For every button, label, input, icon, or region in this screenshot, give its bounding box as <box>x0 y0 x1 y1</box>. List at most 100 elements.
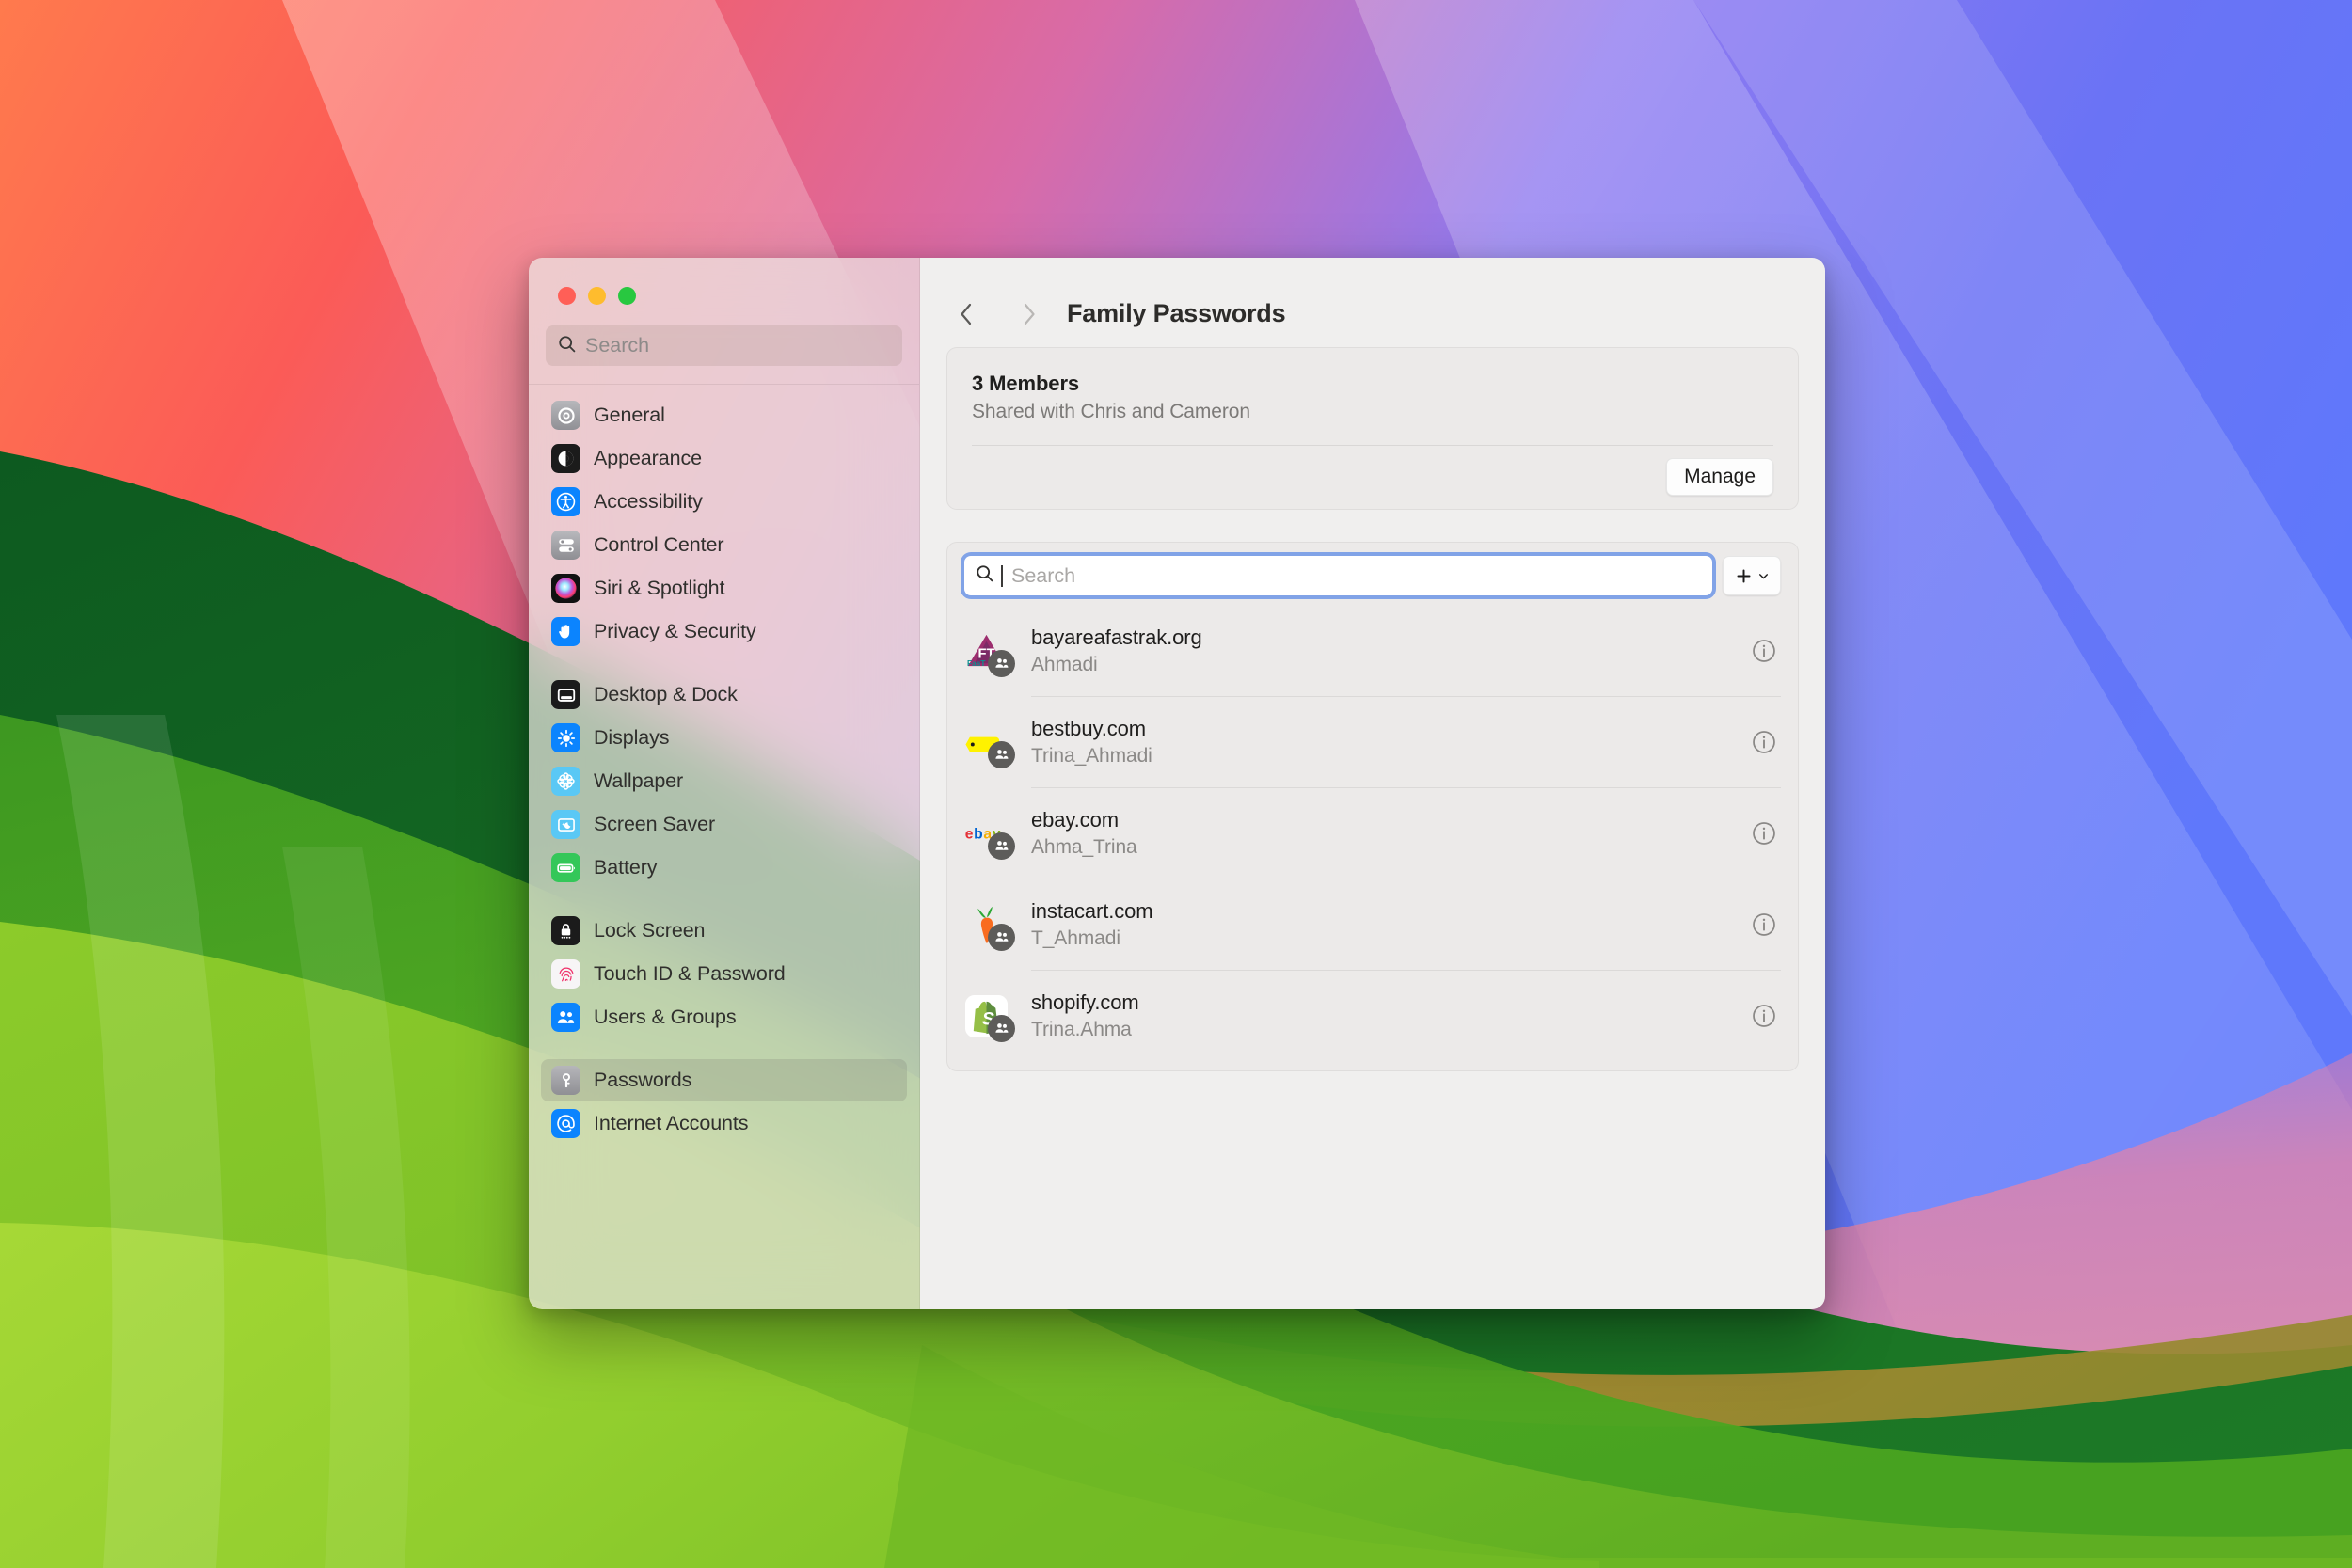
members-card-bottom: Manage <box>947 446 1798 509</box>
plus-icon <box>1735 567 1753 585</box>
sidebar-item-label: Screen Saver <box>594 813 715 836</box>
fastrak-icon: FT FasT <box>964 629 1009 673</box>
minimize-button[interactable] <box>588 287 606 305</box>
user-name: Trina_Ahmadi <box>1031 745 1747 768</box>
add-password-button[interactable] <box>1723 556 1781 595</box>
shared-people-icon <box>988 924 1015 951</box>
table-row[interactable]: bestbuy.com Trina_Ahmadi <box>947 697 1798 787</box>
site-name: shopify.com <box>1031 990 1747 1015</box>
sidebar-item-siri-spotlight[interactable]: Siri & Spotlight <box>541 567 907 610</box>
sidebar-item-label: Touch ID & Password <box>594 962 786 986</box>
members-count: 3 Members <box>972 372 1773 396</box>
sidebar-search-placeholder: Search <box>585 334 649 357</box>
content-topbar: Family Passwords <box>946 258 1799 341</box>
instacart-carrot-icon <box>964 903 1009 947</box>
sidebar-group-gap <box>541 1039 907 1059</box>
site-name: instacart.com <box>1031 899 1747 924</box>
row-text: bestbuy.com Trina_Ahmadi <box>1031 717 1747 768</box>
table-row[interactable]: e b a y <box>947 788 1798 879</box>
system-settings-window: Search General <box>529 258 1825 1309</box>
sidebar-item-label: Battery <box>594 856 657 879</box>
bestbuy-tag-icon <box>964 721 1009 765</box>
members-shared-with: Shared with Chris and Cameron <box>972 401 1773 423</box>
sidebar-item-label: Siri & Spotlight <box>594 577 724 600</box>
sidebar-item-label: Users & Groups <box>594 1006 737 1029</box>
sidebar-search-input[interactable]: Search <box>546 325 902 366</box>
info-icon[interactable] <box>1747 725 1781 759</box>
sidebar-item-label: Internet Accounts <box>594 1112 748 1135</box>
accessibility-icon <box>551 487 580 516</box>
user-name: Ahma_Trina <box>1031 836 1747 859</box>
row-text: shopify.com Trina.Ahma <box>1031 990 1747 1041</box>
sidebar-item-label: Desktop & Dock <box>594 683 738 706</box>
info-icon[interactable] <box>1747 999 1781 1033</box>
sidebar-item-lock-screen[interactable]: Lock Screen <box>541 910 907 952</box>
chevron-down-icon <box>1757 570 1770 582</box>
members-card: 3 Members Shared with Chris and Cameron … <box>946 347 1799 510</box>
lock-screen-icon <box>551 916 580 945</box>
shared-people-icon <box>988 832 1015 860</box>
sidebar-group-gap <box>541 890 907 910</box>
sidebar-item-touch-id-password[interactable]: Touch ID & Password <box>541 953 907 995</box>
sidebar-item-privacy-security[interactable]: Privacy & Security <box>541 610 907 653</box>
user-name: Trina.Ahma <box>1031 1019 1747 1041</box>
info-icon[interactable] <box>1747 634 1781 668</box>
table-row[interactable]: instacart.com T_Ahmadi <box>947 879 1798 970</box>
sidebar-list: General Appearance <box>529 385 919 1309</box>
svg-text:e: e <box>965 826 974 842</box>
user-name: Ahmadi <box>1031 654 1747 676</box>
sidebar-item-label: Passwords <box>594 1069 691 1092</box>
battery-icon <box>551 853 580 882</box>
sidebar-item-passwords[interactable]: Passwords <box>541 1059 907 1101</box>
sidebar-item-wallpaper[interactable]: Wallpaper <box>541 760 907 802</box>
table-row[interactable]: FT FasT bayareafastrak.org <box>947 606 1798 696</box>
info-icon[interactable] <box>1747 816 1781 850</box>
sidebar-item-internet-accounts[interactable]: Internet Accounts <box>541 1102 907 1145</box>
passwords-search-placeholder: Search <box>1011 564 1075 588</box>
info-icon[interactable] <box>1747 908 1781 942</box>
row-text: bayareafastrak.org Ahmadi <box>1031 626 1747 676</box>
shared-people-icon <box>988 650 1015 677</box>
sidebar-item-control-center[interactable]: Control Center <box>541 524 907 566</box>
touch-id-icon <box>551 959 580 989</box>
sidebar-item-general[interactable]: General <box>541 394 907 436</box>
sidebar-item-battery[interactable]: Battery <box>541 847 907 889</box>
sidebar-item-desktop-dock[interactable]: Desktop & Dock <box>541 673 907 716</box>
privacy-hand-icon <box>551 617 580 646</box>
passwords-list-card: Search <box>946 542 1799 1071</box>
sidebar-item-label: Accessibility <box>594 490 703 514</box>
manage-button[interactable]: Manage <box>1666 458 1773 496</box>
row-text: instacart.com T_Ahmadi <box>1031 899 1747 950</box>
ebay-icon: e b a y <box>964 812 1009 856</box>
sidebar-item-appearance[interactable]: Appearance <box>541 437 907 480</box>
desktop-dock-icon <box>551 680 580 709</box>
maximize-button[interactable] <box>618 287 636 305</box>
sidebar-item-displays[interactable]: Displays <box>541 717 907 759</box>
sidebar-item-label: Wallpaper <box>594 769 683 793</box>
passwords-search-input[interactable]: Search <box>964 556 1712 595</box>
sidebar-item-label: Appearance <box>594 447 702 470</box>
site-name: bestbuy.com <box>1031 717 1747 741</box>
appearance-icon <box>551 444 580 473</box>
list-toolbar: Search <box>947 556 1798 595</box>
text-cursor <box>1001 565 1003 587</box>
back-chevron-icon[interactable] <box>946 294 986 334</box>
displays-icon <box>551 723 580 752</box>
forward-chevron-icon[interactable] <box>1009 294 1049 334</box>
site-name: ebay.com <box>1031 808 1747 832</box>
search-icon <box>975 563 994 588</box>
sidebar-item-users-groups[interactable]: Users & Groups <box>541 996 907 1038</box>
passwords-rows: FT FasT bayareafastrak.org <box>947 606 1798 1061</box>
sidebar-item-label: Displays <box>594 726 669 750</box>
content-pane: Family Passwords 3 Members Shared with C… <box>920 258 1825 1309</box>
shared-people-icon <box>988 1015 1015 1042</box>
sidebar-item-label: Control Center <box>594 533 723 557</box>
user-name: T_Ahmadi <box>1031 927 1747 950</box>
sidebar-item-accessibility[interactable]: Accessibility <box>541 481 907 523</box>
close-button[interactable] <box>558 287 576 305</box>
row-text: ebay.com Ahma_Trina <box>1031 808 1747 859</box>
sidebar-item-label: Privacy & Security <box>594 620 756 643</box>
sidebar-item-screen-saver[interactable]: Screen Saver <box>541 803 907 846</box>
sidebar-item-label: Lock Screen <box>594 919 705 942</box>
table-row[interactable]: S shopify.com Trina.Ahma <box>947 971 1798 1061</box>
